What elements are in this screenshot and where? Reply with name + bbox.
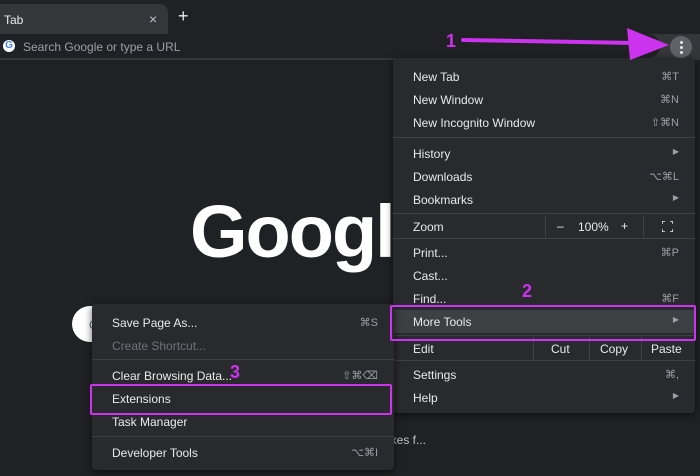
menu-item-label: Settings xyxy=(413,368,457,382)
tab-close-icon[interactable]: × xyxy=(149,12,157,26)
menu-item-label: Clear Browsing Data... xyxy=(112,369,233,383)
menu-separator xyxy=(92,359,394,360)
menu-item-label: Developer Tools xyxy=(112,446,198,460)
menu-item-settings[interactable]: Settings ⌘, xyxy=(393,363,695,386)
menu-item-new-window[interactable]: New Window ⌘N xyxy=(393,88,695,111)
menu-item-shortcut: ⇧⌘N xyxy=(650,117,679,129)
menu-separator xyxy=(92,436,394,437)
menu-item-label: Create Shortcut... xyxy=(112,339,207,353)
menu-item-label: Task Manager xyxy=(112,415,188,429)
menu-item-shortcut: ⇧⌘⌫ xyxy=(342,370,378,382)
menu-separator xyxy=(393,238,695,239)
menu-item-label: Edit xyxy=(413,342,434,356)
omnibox-placeholder: Search Google or type a URL xyxy=(23,40,181,54)
annotation-arrow-icon xyxy=(461,28,669,60)
annotation-highlight-extensions xyxy=(90,384,392,415)
menu-item-developer-tools[interactable]: Developer Tools ⌥⌘I xyxy=(92,441,394,464)
cut-button[interactable]: Cut xyxy=(551,342,570,356)
menu-item-label: New Incognito Window xyxy=(413,116,536,130)
submenu-arrow-icon: ▶ xyxy=(672,391,679,400)
menu-item-label: Find... xyxy=(413,292,447,306)
zoom-in-button[interactable]: + xyxy=(621,219,628,233)
menu-item-label: Downloads xyxy=(413,170,473,184)
annotation-highlight-more-tools xyxy=(390,305,696,341)
paste-button[interactable]: Paste xyxy=(651,342,682,356)
menu-separator xyxy=(393,137,695,138)
menu-item-shortcut: ⌘N xyxy=(660,94,679,106)
menu-item-shortcut: ⌘, xyxy=(664,369,679,381)
browser-tab[interactable]: Tab × xyxy=(0,4,168,34)
menu-item-label: Print... xyxy=(413,246,448,260)
menu-item-shortcut: ⌘S xyxy=(359,317,378,329)
menu-item-help[interactable]: Help ▶ xyxy=(393,386,695,409)
submenu-arrow-icon: ▶ xyxy=(672,193,679,202)
menu-dot-icon xyxy=(679,51,683,54)
new-tab-button[interactable]: + xyxy=(178,7,189,25)
menu-item-label: Zoom xyxy=(413,220,444,234)
menu-item-downloads[interactable]: Downloads ⌥⌘L xyxy=(393,165,695,188)
menu-item-shortcut: ⌘T xyxy=(661,71,679,83)
menu-item-new-tab[interactable]: New Tab ⌘T xyxy=(393,65,695,88)
menu-item-shortcut: ⌘F xyxy=(661,293,679,305)
menu-item-label: Cast... xyxy=(413,269,448,283)
zoom-out-button[interactable]: – xyxy=(557,219,564,233)
menu-item-label: Save Page As... xyxy=(112,316,198,330)
chrome-main-menu: New Tab ⌘T New Window ⌘N New Incognito W… xyxy=(393,58,695,413)
zoom-level: 100% xyxy=(578,220,609,234)
menu-item-history[interactable]: History ▶ xyxy=(393,142,695,165)
annotation-step-1: 1 xyxy=(446,31,457,51)
menu-separator xyxy=(393,360,695,361)
fullscreen-icon[interactable] xyxy=(662,221,673,232)
menu-item-save-page[interactable]: Save Page As... ⌘S xyxy=(92,311,394,334)
menu-item-shortcut: ⌘P xyxy=(660,247,679,259)
menu-item-new-incognito[interactable]: New Incognito Window ⇧⌘N xyxy=(393,111,695,134)
submenu-arrow-icon: ▶ xyxy=(672,147,679,156)
menu-item-create-shortcut: Create Shortcut... xyxy=(92,334,394,357)
menu-item-shortcut: ⌥⌘I xyxy=(351,447,378,459)
tab-title: Tab xyxy=(4,13,24,27)
menu-item-cast[interactable]: Cast... xyxy=(393,264,695,287)
menu-item-label: New Window xyxy=(413,93,484,107)
menu-item-label: Bookmarks xyxy=(413,193,474,207)
copy-button[interactable]: Copy xyxy=(600,342,628,356)
menu-item-print[interactable]: Print... ⌘P xyxy=(393,241,695,264)
menu-item-shortcut: ⌥⌘L xyxy=(649,171,679,183)
zoom-divider xyxy=(643,215,644,238)
menu-dot-icon xyxy=(679,41,683,44)
menu-item-zoom: Zoom – 100% + xyxy=(393,215,695,238)
zoom-divider xyxy=(545,215,546,238)
menu-item-bookmarks[interactable]: Bookmarks ▶ xyxy=(393,188,695,211)
menu-item-label: Help xyxy=(413,391,438,405)
annotation-step-3: 3 xyxy=(230,362,241,382)
menu-item-label: New Tab xyxy=(413,70,460,84)
annotation-step-2: 2 xyxy=(522,281,533,301)
menu-dot-icon xyxy=(679,46,683,49)
google-favicon-icon: G xyxy=(3,40,15,52)
menu-separator xyxy=(393,213,695,214)
menu-item-label: History xyxy=(413,147,451,161)
